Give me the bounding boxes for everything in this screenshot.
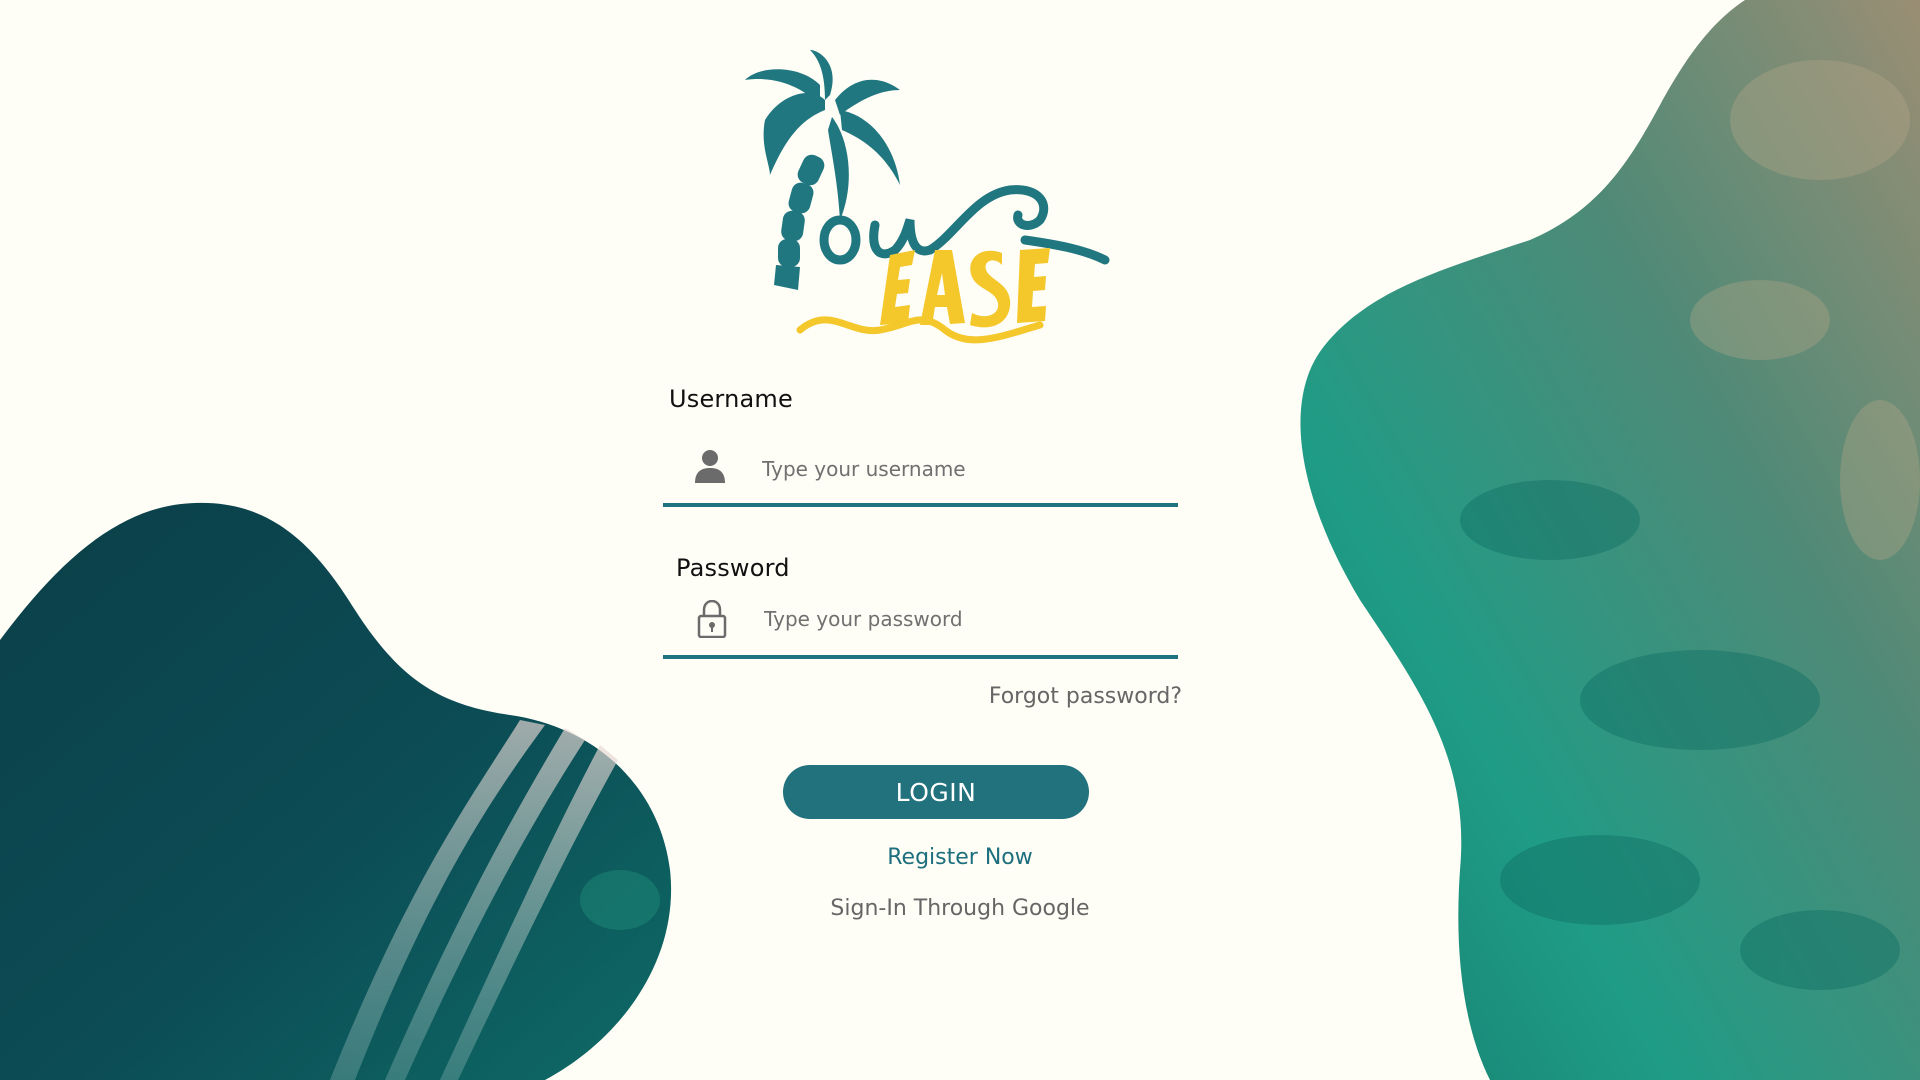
google-signin-link[interactable]: Sign-In Through Google	[0, 896, 1920, 921]
password-underline	[663, 655, 1178, 659]
logo	[745, 50, 1110, 344]
login-button[interactable]: LOGIN	[783, 765, 1089, 819]
password-label: Password	[676, 554, 790, 582]
user-icon	[695, 450, 725, 483]
register-now-link[interactable]: Register Now	[0, 845, 1920, 870]
username-input[interactable]	[760, 453, 1174, 485]
password-input[interactable]	[762, 603, 1176, 635]
username-label: Username	[669, 385, 793, 413]
lock-icon	[697, 600, 727, 638]
forgot-password-link[interactable]: Forgot password?	[989, 684, 1182, 709]
username-underline	[663, 503, 1178, 507]
